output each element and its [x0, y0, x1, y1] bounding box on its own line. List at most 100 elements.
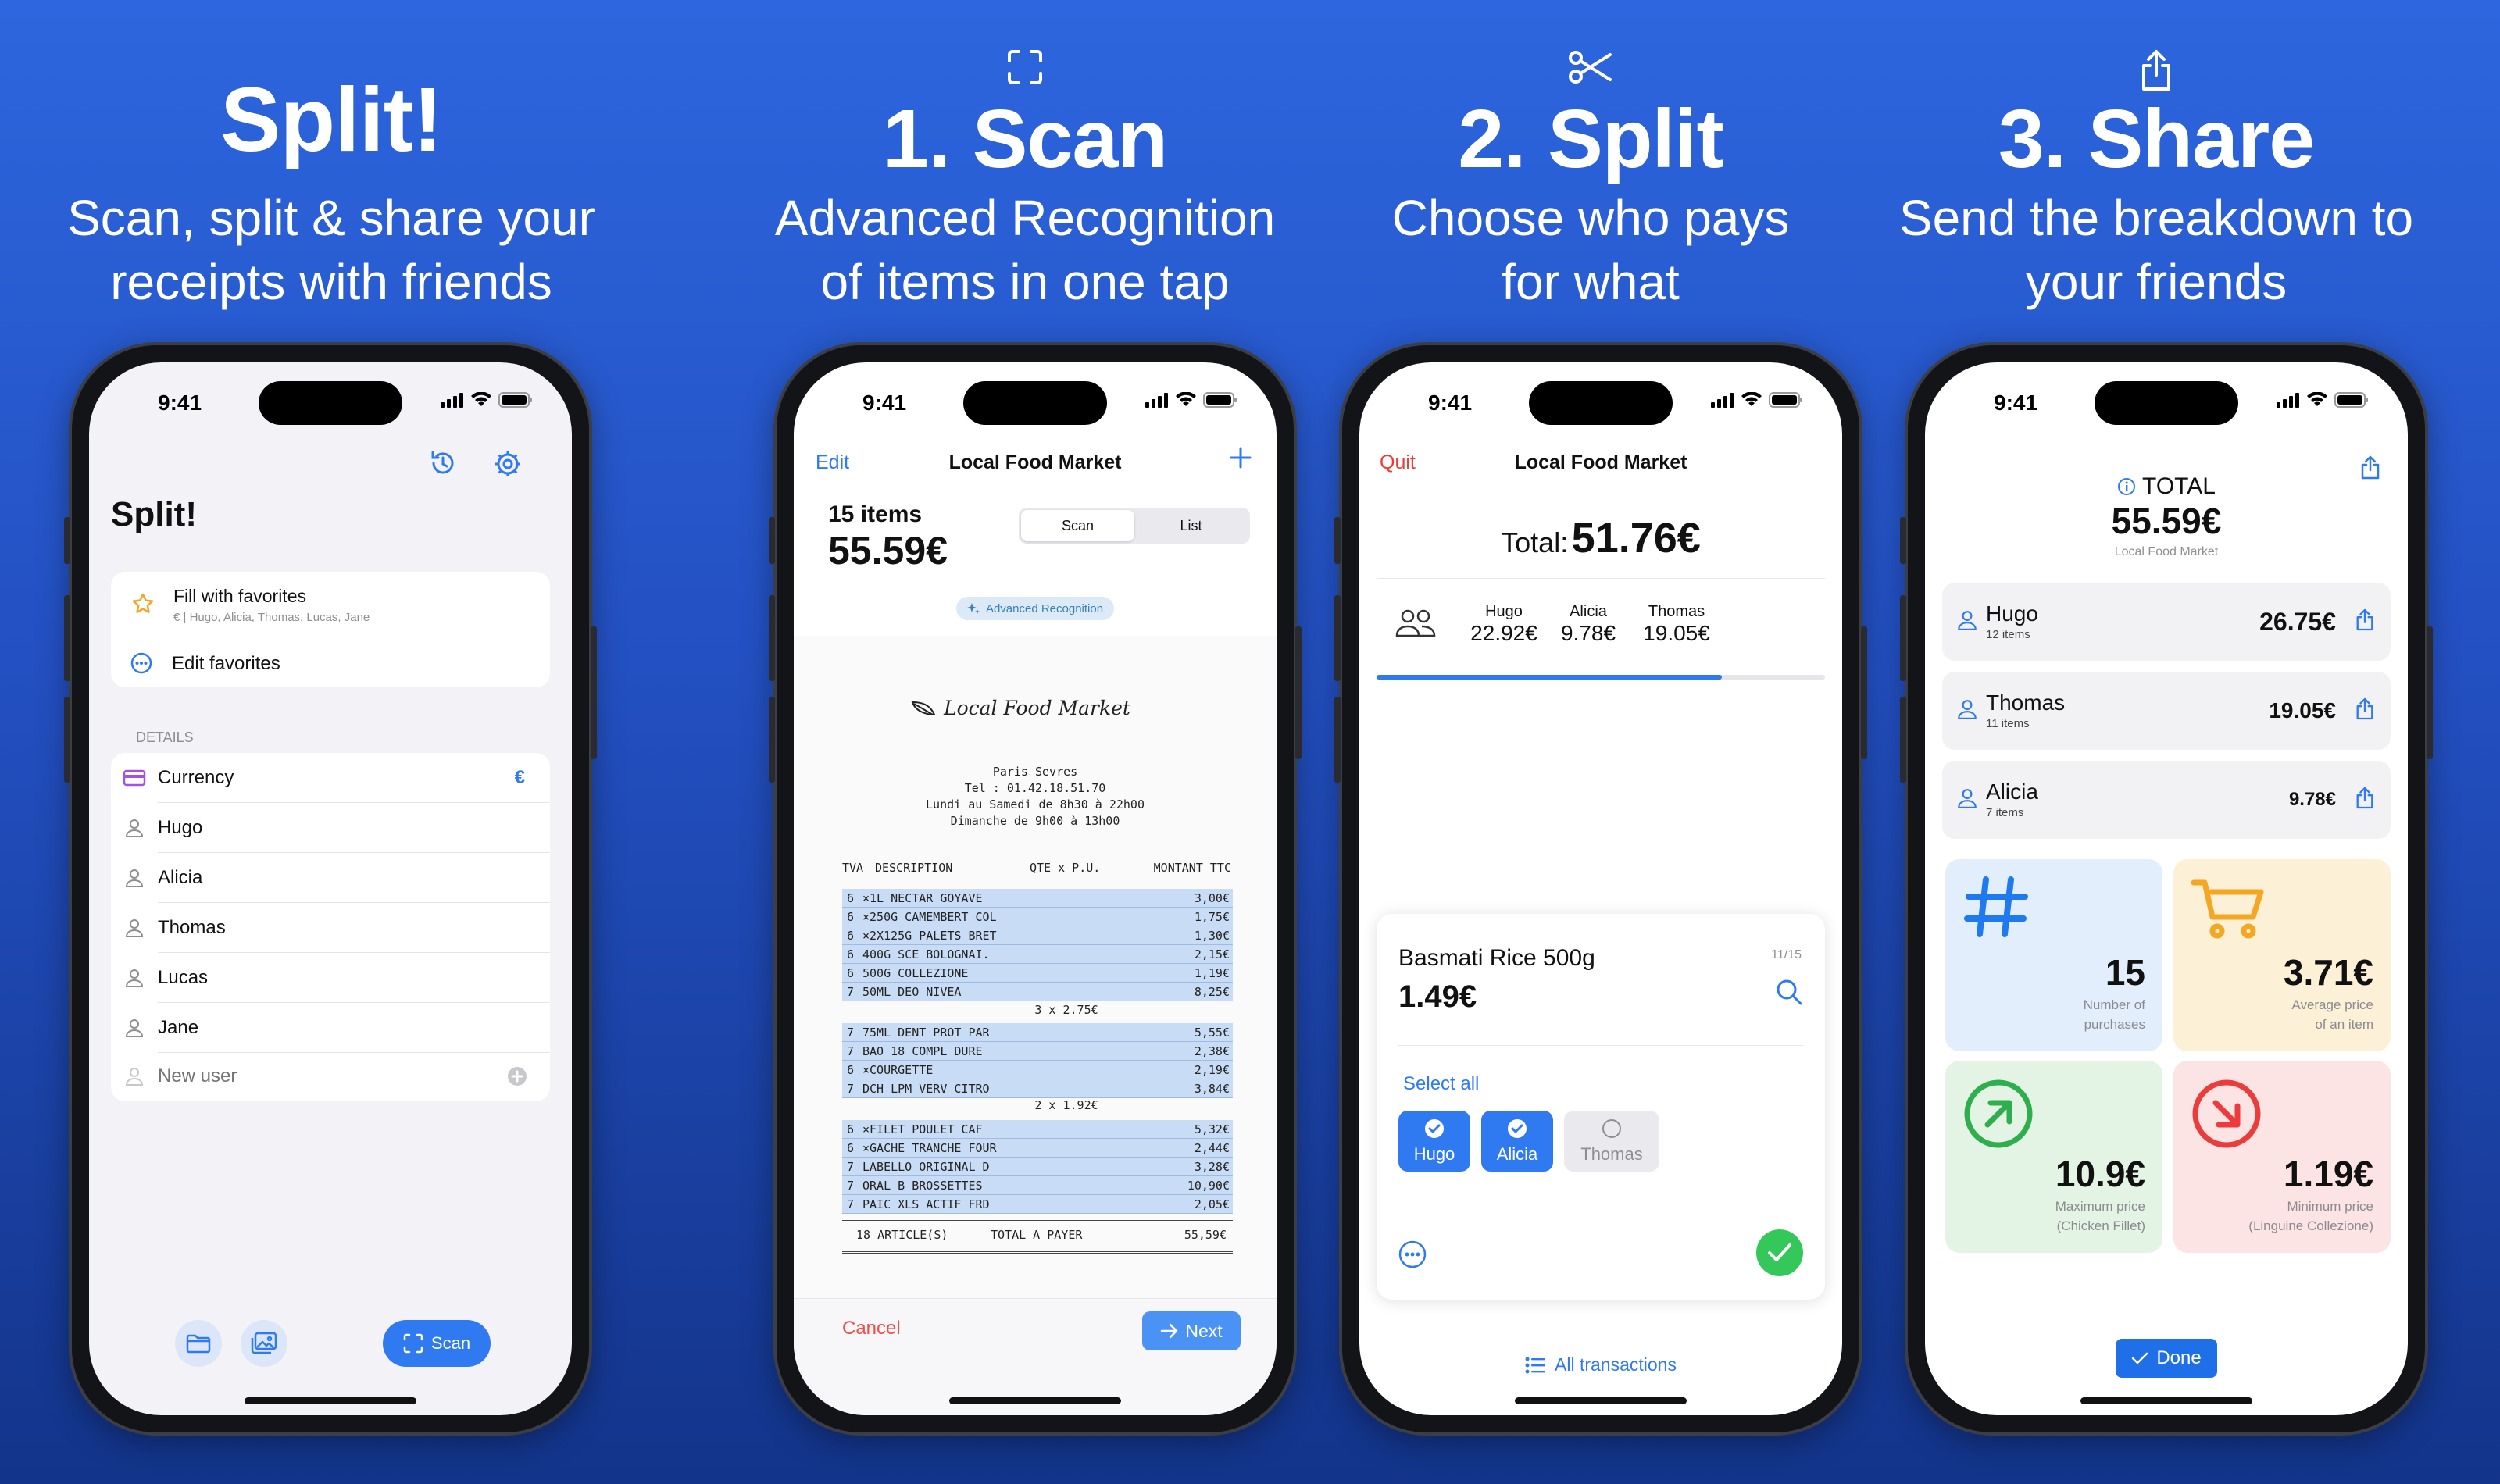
cancel-button[interactable]: Cancel [842, 1318, 901, 1340]
person-amount: 26.75€ [2259, 608, 2336, 636]
folder-button[interactable] [175, 1320, 222, 1367]
user-row[interactable]: Jane [111, 1003, 550, 1053]
user-row[interactable]: Hugo [111, 803, 550, 853]
person-icon [111, 818, 158, 838]
edit-favorites-row[interactable]: Edit favorites [111, 637, 550, 687]
next-button[interactable]: Next [1142, 1311, 1241, 1350]
receipt-line-amount: 3,00€ [1194, 891, 1230, 905]
user-row[interactable]: Thomas [111, 903, 550, 953]
ellipsis-circle-icon [130, 651, 153, 679]
receipt-line-tva: 7 [847, 1179, 855, 1193]
info-icon[interactable] [2117, 477, 2136, 496]
search-icon[interactable] [1775, 978, 1803, 1010]
share-subtitle-line1: Send the breakdown to [1898, 190, 2414, 246]
currency-row[interactable]: Currency € [111, 753, 550, 803]
person-breakdown-row[interactable]: Hugo 12 items 26.75€ [1942, 583, 2391, 661]
person-items: 11 items [1986, 717, 2030, 730]
phone-side-button [2427, 626, 2433, 759]
chip-hugo[interactable]: Hugo [1398, 1111, 1470, 1172]
receipt-line: 6 ×GACHE TRANCHE FOUR 2,44€ [842, 1139, 1233, 1158]
item-price: 1.49€ [1398, 979, 1477, 1014]
divider [1398, 1045, 1803, 1046]
phone-share: 9:41 TOTAL 55.59€ Local Food Market Hugo… [1900, 342, 2433, 1436]
share-icon[interactable] [2355, 697, 2375, 724]
receipt-line-tva: 6 [847, 947, 855, 961]
settings-gear-icon[interactable] [494, 450, 522, 482]
user-name: Lucas [158, 967, 209, 988]
segment-scan[interactable]: Scan [1021, 510, 1134, 541]
share-icon [1844, 48, 2469, 92]
add-icon[interactable] [1228, 445, 1253, 474]
receipt-line-amount: 1,19€ [1194, 966, 1230, 980]
user-name: Alicia [158, 867, 203, 888]
scan-subtitle-line2: of items in one tap [820, 254, 1230, 310]
receipt-line: 6 400G SCE BOLOGNAI. 2,15€ [842, 945, 1233, 964]
checkmark-circle-icon [1481, 1111, 1553, 1143]
share-icon[interactable] [2355, 608, 2375, 635]
person-summary[interactable]: Alicia 9.78€ [1553, 603, 1623, 646]
stat-value: 3.71€ [2283, 952, 2373, 993]
photo-library-button[interactable] [241, 1320, 288, 1367]
status-icons [1145, 392, 1238, 408]
segment-list[interactable]: List [1134, 510, 1248, 541]
receipt-line: 6 ×1L NECTAR GOYAVE 3,00€ [842, 889, 1233, 908]
receipt-group: 6 ×FILET POULET CAF 5,32€ 6 ×GACHE TRANCHE F… [842, 1120, 1233, 1214]
chip-alicia[interactable]: Alicia [1481, 1111, 1553, 1172]
stat-label-line1: Minimum price [2287, 1199, 2373, 1214]
checkmark-circle-icon [1398, 1111, 1470, 1143]
people-icon[interactable] [1395, 608, 1436, 643]
receipt-article-count: 18 ARTICLE(S) [856, 1228, 948, 1242]
person-icon [1956, 787, 1978, 813]
battery-icon [1203, 392, 1237, 408]
phone-side-button [769, 517, 775, 564]
signal-icon [1145, 393, 1168, 408]
chip-label: Alicia [1496, 1144, 1538, 1164]
receipt-line-tva: 7 [847, 1160, 855, 1174]
advanced-recognition-badge: Advanced Recognition [955, 597, 1115, 620]
intro-title: Split! [220, 69, 443, 170]
chip-thomas[interactable]: Thomas [1564, 1111, 1659, 1172]
phone-side-button [769, 595, 775, 681]
item-counter: 11/15 [1771, 948, 1802, 961]
share-icon[interactable] [2355, 786, 2375, 813]
done-button[interactable]: Done [2116, 1339, 2217, 1378]
person-name: Hugo [1986, 601, 2038, 626]
receipt-multiplier: 2 x 1.92€ [1034, 1098, 1098, 1112]
person-summary[interactable]: Thomas 19.05€ [1638, 603, 1716, 646]
new-user-input[interactable] [158, 1065, 455, 1087]
receipt-line-tva: 7 [847, 985, 855, 999]
receipt-line: 6 ×250G CAMEMBERT COL 1,75€ [842, 908, 1233, 926]
edit-favorites-label: Edit favorites [172, 653, 280, 674]
scan-button[interactable]: Scan [383, 1320, 491, 1367]
share-subtitle: Send the breakdown to your friends [1844, 186, 2469, 314]
add-user-icon[interactable] [506, 1065, 528, 1093]
user-row[interactable]: Lucas [111, 953, 550, 1003]
person-summary-name: Alicia [1570, 603, 1607, 620]
person-summary[interactable]: Hugo 22.92€ [1469, 603, 1539, 646]
scan-frame-icon [403, 1333, 423, 1354]
split-progress-track [1377, 675, 1825, 680]
receipt-line-tva: 6 [847, 891, 855, 905]
hashtag-icon [1962, 873, 2030, 944]
user-name: Jane [158, 1017, 199, 1038]
more-options-icon[interactable] [1398, 1240, 1427, 1272]
select-all-button[interactable]: Select all [1403, 1073, 1479, 1095]
all-transactions-button[interactable]: All transactions [1359, 1354, 1842, 1375]
receipt-line-description: BAO 18 COMPL DURE [862, 1044, 983, 1058]
confirm-button[interactable] [1756, 1229, 1803, 1276]
person-breakdown-row[interactable]: Thomas 11 items 19.05€ [1942, 672, 2391, 750]
receipt-line-tva: 6 [847, 966, 855, 980]
user-row[interactable]: Alicia [111, 853, 550, 903]
new-user-row [111, 1051, 550, 1101]
credit-card-icon [111, 769, 158, 787]
person-breakdown-row[interactable]: Alicia 7 items 9.78€ [1942, 761, 2391, 839]
history-icon[interactable] [430, 450, 456, 480]
receipt-line-amount: 1,75€ [1194, 910, 1230, 924]
nav-title: Local Food Market [1514, 451, 1688, 473]
receipt-line-amount: 2,05€ [1194, 1197, 1230, 1211]
fill-favorites-row[interactable]: Fill with favorites € | Hugo, Alicia, Th… [111, 572, 550, 637]
scan-button-label: Scan [430, 1333, 471, 1353]
badge-label: Advanced Recognition [985, 601, 1104, 615]
home-indicator [1515, 1397, 1687, 1404]
status-bar: 9:41 [1359, 386, 1842, 417]
